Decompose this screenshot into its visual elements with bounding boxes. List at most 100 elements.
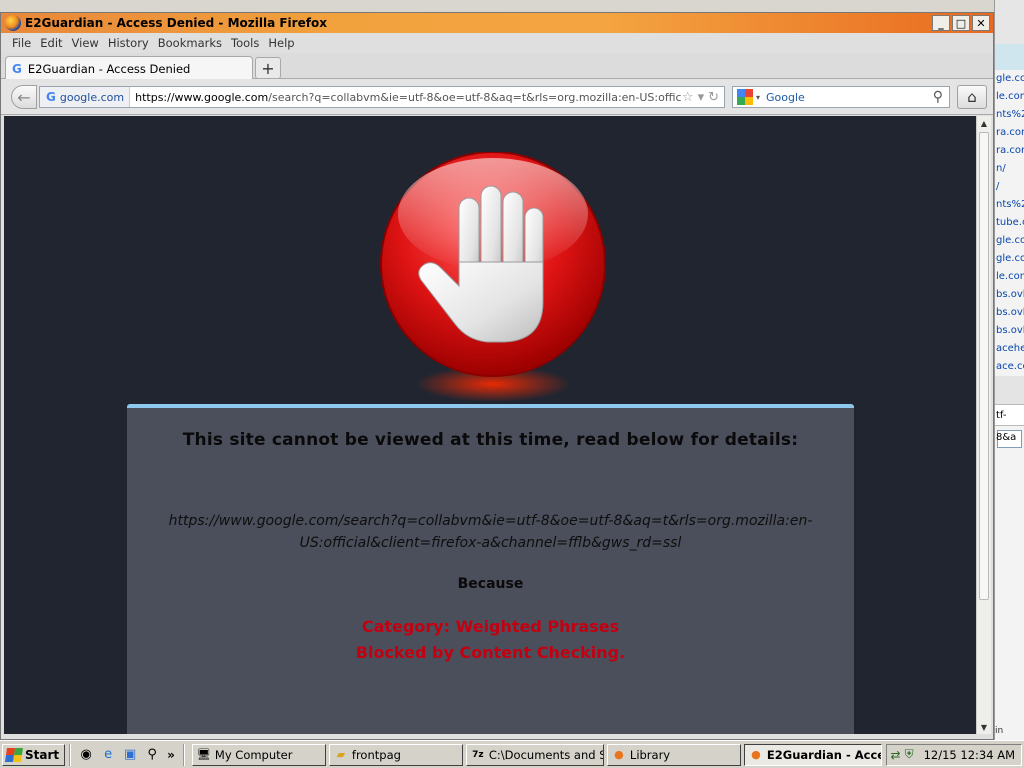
background-url-fragment: tf-8&a bbox=[995, 404, 1024, 443]
reload-icon[interactable]: ↻ bbox=[708, 90, 719, 105]
google-search-engine-icon[interactable] bbox=[737, 89, 753, 105]
task-e2guardian[interactable]: ● E2Guardian - Acce... bbox=[743, 743, 882, 766]
tab-label: E2Guardian - Access Denied bbox=[27, 61, 191, 76]
search-engine-dropdown-icon[interactable]: ▾ bbox=[756, 93, 760, 102]
background-link-line: le.com bbox=[996, 91, 1024, 102]
reason-category: Category: Weighted Phrases bbox=[361, 617, 620, 636]
background-link-line: nts%2 bbox=[996, 109, 1024, 120]
network-icon[interactable]: ▣ bbox=[121, 746, 139, 764]
taskbar-separator bbox=[69, 743, 72, 766]
firefox-icon: ● bbox=[614, 748, 624, 761]
background-link-line: acehey bbox=[996, 343, 1024, 354]
title-bar[interactable]: E2Guardian - Access Denied - Mozilla Fir… bbox=[1, 13, 993, 33]
background-bottom-text: in bbox=[995, 726, 1004, 736]
network-connection-icon[interactable]: ⇄ bbox=[891, 748, 901, 762]
denial-panel: This site cannot be viewed at this time,… bbox=[127, 404, 854, 734]
media-player-icon[interactable]: ◉ bbox=[77, 746, 95, 764]
taskbar: Start ◉ e ▣ ⚲ » 🖥 My Computer ▰ frontpag… bbox=[0, 740, 1024, 768]
search-bar[interactable]: ▾ Google ⚲ bbox=[732, 86, 950, 108]
background-desktop bbox=[0, 0, 1024, 12]
start-label: Start bbox=[25, 747, 60, 762]
start-button[interactable]: Start bbox=[2, 743, 66, 766]
7zip-icon: 7z bbox=[472, 749, 484, 760]
search-icon[interactable]: ⚲ bbox=[143, 746, 161, 764]
folder-icon: ▰ bbox=[336, 748, 346, 761]
new-tab-button[interactable]: + bbox=[255, 57, 281, 79]
window-title: E2Guardian - Access Denied - Mozilla Fir… bbox=[25, 16, 327, 30]
window-controls: _ □ ✕ bbox=[932, 15, 993, 31]
internet-explorer-icon[interactable]: e bbox=[99, 746, 117, 764]
site-identity-button[interactable]: G google.com bbox=[40, 87, 131, 107]
background-link-line: ace.co bbox=[996, 361, 1024, 372]
task-my-computer[interactable]: 🖥 My Computer bbox=[191, 743, 326, 766]
task-frontpag[interactable]: ▰ frontpag bbox=[328, 743, 463, 766]
menu-edit[interactable]: Edit bbox=[37, 36, 68, 50]
menu-view[interactable]: View bbox=[69, 36, 105, 50]
menu-file[interactable]: File bbox=[9, 36, 37, 50]
stop-hand-icon bbox=[380, 152, 606, 402]
menu-bar: File Edit View History Bookmarks Tools H… bbox=[1, 33, 993, 53]
background-link-line: bs.ovl bbox=[996, 307, 1024, 318]
close-button[interactable]: ✕ bbox=[972, 15, 990, 31]
search-input[interactable]: Google bbox=[766, 91, 933, 104]
google-favicon-icon: G bbox=[12, 61, 22, 76]
background-link-line: gle.com bbox=[996, 73, 1024, 84]
scroll-up-icon[interactable]: ▲ bbox=[977, 116, 991, 130]
url-bar[interactable]: G google.com https://www.google.com/sear… bbox=[39, 86, 725, 108]
menu-history[interactable]: History bbox=[105, 36, 155, 50]
dropdown-arrow-icon[interactable]: ▾ bbox=[698, 90, 705, 105]
background-link-line: tube.c bbox=[996, 217, 1024, 228]
background-link-line: bs.ovl bbox=[996, 325, 1024, 336]
site-identity-label: google.com bbox=[59, 90, 125, 104]
blocked-url: https://www.google.com/search?q=collabvm… bbox=[168, 513, 813, 551]
background-link-list: gle.com le.com nts%2 ra.com ra.com n/ / nts%2 tu… bbox=[995, 70, 1024, 376]
task-label: E2Guardian - Acce... bbox=[766, 747, 881, 762]
scrollbar-thumb[interactable] bbox=[979, 132, 989, 600]
tab-e2guardian[interactable]: G E2Guardian - Access Denied bbox=[5, 56, 253, 80]
background-link-line: gle.co bbox=[996, 253, 1024, 264]
task-7zip[interactable]: 7z C:\Documents and S... bbox=[465, 743, 604, 766]
background-link-line: bs.ovl bbox=[996, 289, 1024, 300]
url-path: /search?q=collabvm&ie=utf-8&oe=utf-8&aq=… bbox=[268, 90, 682, 104]
vertical-scrollbar[interactable]: ▲ ▼ bbox=[976, 116, 991, 734]
quicklaunch-more-icon[interactable]: » bbox=[167, 748, 175, 762]
background-link-line: nts%2 bbox=[996, 199, 1024, 210]
background-link-line: ra.com bbox=[996, 127, 1024, 138]
firefox-window: E2Guardian - Access Denied - Mozilla Fir… bbox=[0, 12, 994, 740]
firefox-icon bbox=[5, 15, 21, 31]
background-link-line: n/ bbox=[996, 163, 1006, 174]
security-icon[interactable]: ⛨ bbox=[905, 747, 914, 762]
tab-bar: G E2Guardian - Access Denied + bbox=[1, 53, 993, 80]
search-icon[interactable]: ⚲ bbox=[933, 89, 949, 105]
menu-tools[interactable]: Tools bbox=[228, 36, 265, 50]
google-favicon-icon: G bbox=[46, 90, 56, 104]
back-button[interactable]: ← bbox=[11, 85, 37, 109]
scroll-down-icon[interactable]: ▼ bbox=[977, 720, 991, 734]
block-reason: Category: Weighted Phrases Blocked by Co… bbox=[127, 614, 854, 666]
background-link-line: le.com bbox=[996, 271, 1024, 282]
firefox-icon: ● bbox=[751, 748, 761, 761]
navigation-toolbar: ← G google.com https://www.google.com/se… bbox=[1, 79, 993, 115]
background-link-line: ra.com bbox=[996, 145, 1024, 156]
menu-help[interactable]: Help bbox=[265, 36, 300, 50]
page-content: This site cannot be viewed at this time,… bbox=[4, 116, 976, 734]
task-library[interactable]: ● Library bbox=[606, 743, 741, 766]
url-input[interactable]: https://www.google.com/search?q=collabvm… bbox=[130, 91, 682, 104]
windows-logo-icon bbox=[5, 747, 23, 762]
home-button[interactable]: ⌂ bbox=[957, 85, 987, 109]
background-window: gle.com le.com nts%2 ra.com ra.com n/ / nts%2 tu… bbox=[994, 0, 1024, 740]
background-link-line: gle.co bbox=[996, 235, 1024, 246]
computer-icon: 🖥 bbox=[196, 748, 211, 761]
menu-bookmarks[interactable]: Bookmarks bbox=[155, 36, 228, 50]
task-label: frontpag bbox=[351, 747, 401, 762]
maximize-button[interactable]: □ bbox=[952, 15, 970, 31]
taskbar-separator bbox=[182, 743, 185, 766]
minimize-button[interactable]: _ bbox=[932, 15, 950, 31]
bookmark-star-icon[interactable]: ☆ bbox=[682, 90, 694, 105]
task-label: My Computer bbox=[214, 747, 293, 762]
url-host: https://www.google.com bbox=[135, 90, 269, 104]
because-label: Because bbox=[457, 576, 524, 592]
background-link-line: / bbox=[996, 181, 1000, 192]
url-bar-icons: ☆ ▾ ↻ bbox=[682, 90, 724, 105]
clock[interactable]: 12/15 12:34 AM bbox=[924, 748, 1015, 762]
